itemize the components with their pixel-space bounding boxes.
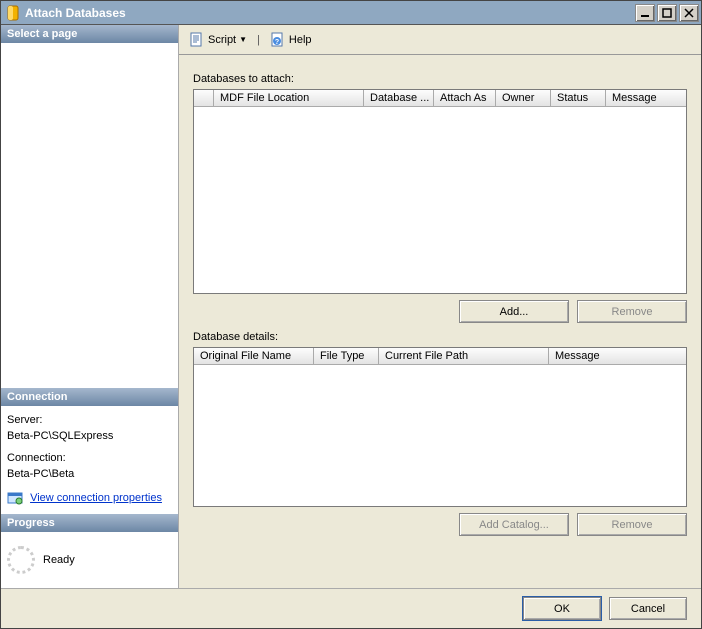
progress-head: Progress [1, 514, 178, 532]
titlebar: Attach Databases [1, 1, 701, 25]
view-connection-properties-link[interactable]: View connection properties [30, 492, 162, 504]
detail-col-orig[interactable]: Original File Name [194, 348, 314, 364]
toolbar-separator: | [257, 34, 260, 46]
connection-value: Beta-PC\Beta [7, 468, 172, 480]
remove-button: Remove [577, 300, 687, 323]
left-panel: Select a page Connection Server: Beta-PC… [1, 25, 179, 588]
details-button-row: Add Catalog... Remove [193, 513, 687, 536]
svg-text:?: ? [275, 39, 279, 46]
progress-status: Ready [43, 554, 75, 566]
connection-label: Connection: [7, 452, 172, 464]
select-page-body [1, 43, 178, 388]
details-grid-body [194, 365, 686, 506]
db-col-owner[interactable]: Owner [496, 90, 551, 106]
server-value: Beta-PC\SQLExpress [7, 430, 172, 442]
right-panel: Script ▼ | ? Help Databases to attach: [179, 25, 701, 588]
details-grid-header: Original File Name File Type Current Fil… [194, 348, 686, 365]
script-dropdown-icon: ▼ [239, 35, 247, 44]
maximize-button[interactable] [657, 4, 677, 22]
close-button[interactable] [679, 4, 699, 22]
detail-col-ftype[interactable]: File Type [314, 348, 379, 364]
progress-ring-icon [7, 546, 35, 574]
databases-to-attach-label: Databases to attach: [193, 73, 687, 85]
app-icon [5, 5, 21, 21]
connection-body: Server: Beta-PC\SQLExpress Connection: B… [1, 406, 178, 514]
db-col-database[interactable]: Database ... [364, 90, 434, 106]
progress-body: Ready [1, 532, 178, 588]
connection-head: Connection [1, 388, 178, 406]
detail-col-message[interactable]: Message [549, 348, 686, 364]
databases-grid[interactable]: MDF File Location Database ... Attach As… [193, 89, 687, 294]
script-button[interactable]: Script ▼ [185, 30, 251, 50]
window-title: Attach Databases [25, 6, 633, 20]
add-catalog-button: Add Catalog... [459, 513, 569, 536]
help-label: Help [289, 34, 312, 46]
db-col-rowheader[interactable] [194, 90, 214, 106]
ok-button[interactable]: OK [523, 597, 601, 620]
database-details-label: Database details: [193, 331, 687, 343]
db-col-attachas[interactable]: Attach As [434, 90, 496, 106]
select-page-head: Select a page [1, 25, 178, 43]
minimize-button[interactable] [635, 4, 655, 22]
server-label: Server: [7, 414, 172, 426]
cancel-button[interactable]: Cancel [609, 597, 687, 620]
db-col-mdf[interactable]: MDF File Location [214, 90, 364, 106]
toolbar: Script ▼ | ? Help [179, 25, 701, 55]
footer: OK Cancel [1, 588, 701, 628]
script-icon [189, 32, 205, 48]
db-col-status[interactable]: Status [551, 90, 606, 106]
databases-grid-header: MDF File Location Database ... Attach As… [194, 90, 686, 107]
remove-detail-button: Remove [577, 513, 687, 536]
add-button[interactable]: Add... [459, 300, 569, 323]
databases-button-row: Add... Remove [193, 300, 687, 323]
script-label: Script [208, 34, 236, 46]
help-icon: ? [270, 32, 286, 48]
databases-grid-body [194, 107, 686, 293]
details-grid[interactable]: Original File Name File Type Current Fil… [193, 347, 687, 507]
detail-col-curpath[interactable]: Current File Path [379, 348, 549, 364]
content-area: Databases to attach: MDF File Location D… [179, 55, 701, 588]
help-button[interactable]: ? Help [266, 30, 316, 50]
connection-properties-icon [7, 490, 23, 506]
db-col-message[interactable]: Message [606, 90, 686, 106]
